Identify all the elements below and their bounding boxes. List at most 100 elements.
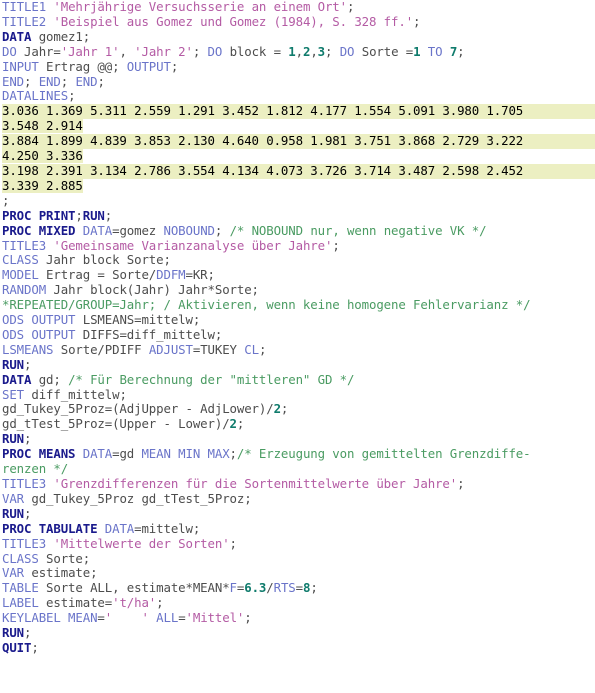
code-line[interactable]: DO Jahr='Jahr 1', 'Jahr 2'; DO block = 1…: [0, 43, 595, 60]
code-line[interactable]: gd_tTest_5Proz=(Upper - Lower)/2;: [0, 416, 595, 432]
code-token-plain: ;: [310, 580, 318, 596]
code-token-data: 3.198 2.391 3.134 2.786 3.554 4.134 4.07…: [2, 162, 524, 178]
code-token-string: 'Mittelwerte der Sorten': [53, 535, 230, 551]
code-line[interactable]: VAR gd_Tukey_5Proz gd_tTest_5Proz;: [0, 491, 595, 507]
code-token-plain: ;: [60, 73, 76, 89]
code-line[interactable]: RUN;: [0, 357, 595, 373]
code-token-plain: /: [266, 580, 274, 596]
code-token-plain: ;: [332, 237, 340, 253]
code-token-string: 'Gemeinsame Varianzanalyse über Jahre': [53, 237, 333, 253]
code-token-proc: PROC PRINT: [2, 207, 76, 223]
code-token-stmt: ALL: [156, 610, 179, 626]
code-line[interactable]: PROC MEANS DATA=gd MEAN MIN MAX;/* Erzeu…: [0, 446, 595, 462]
code-token-proc: DATA: [2, 371, 32, 387]
code-line[interactable]: TITLE1 'Mehrjährige Versuchsserie an ein…: [0, 0, 595, 15]
code-line[interactable]: *REPEATED/GROUP=Jahr; / Aktivieren, wenn…: [0, 297, 595, 313]
code-line[interactable]: 3.884 1.899 4.839 3.853 2.130 4.640 0.95…: [0, 133, 595, 150]
code-line[interactable]: END; END; END;: [0, 73, 595, 90]
code-line[interactable]: SET diff_mittelw;: [0, 386, 595, 403]
code-line[interactable]: CLASS Jahr block Sorte;: [0, 252, 595, 268]
code-line[interactable]: TITLE3 'Grenzdifferenzen für die Sortenm…: [0, 476, 595, 492]
code-token-plain: Sorte =: [354, 43, 414, 59]
code-line[interactable]: 3.339 2.885: [0, 177, 595, 194]
code-token-string: ' ': [104, 610, 149, 626]
code-token-plain: ;: [244, 610, 252, 626]
code-line[interactable]: CLASS Sorte;: [0, 551, 595, 567]
code-token-plain: estimate=: [38, 595, 113, 611]
code-line[interactable]: LABEL estimate='t/ha';: [0, 595, 595, 611]
code-token-stmt: TO: [427, 43, 443, 59]
code-line[interactable]: QUIT;: [0, 639, 595, 656]
code-token-proc: RUN: [82, 207, 105, 223]
code-token-string: 'Jahr 1': [60, 43, 120, 59]
code-line[interactable]: ;: [0, 192, 595, 209]
code-line[interactable]: TITLE2 'Beispiel aus Gomez und Gomez (19…: [0, 14, 595, 30]
code-token-data: 4.250 3.336: [2, 148, 83, 164]
code-token-number: 2: [229, 416, 237, 432]
code-token-plain: =: [178, 610, 186, 626]
code-line[interactable]: MODEL Ertrag = Sorte/DDFM=KR;: [0, 267, 595, 283]
code-line[interactable]: RUN;: [0, 431, 595, 447]
code-token-plain: =: [295, 580, 303, 596]
code-line[interactable]: LSMEANS Sorte/PDIFF ADJUST=TUKEY CL;: [0, 341, 595, 358]
code-line[interactable]: DATALINES;: [0, 88, 595, 104]
code-line[interactable]: VAR estimate;: [0, 565, 595, 581]
code-token-stmt: TITLE3: [2, 476, 47, 491]
code-token-comment: /* Für Berechnung der "mittleren" GD */: [68, 371, 355, 387]
code-line[interactable]: RANDOM Jahr block(Jahr) Jahr*Sorte;: [0, 282, 595, 298]
code-line[interactable]: RUN;: [0, 625, 595, 641]
code-token-plain: ;: [24, 73, 39, 89]
code-line[interactable]: DATA gomez1;: [0, 28, 595, 45]
code-token-plain: Sorte ALL, estimate*MEAN*: [38, 580, 230, 596]
code-token-data: 3.339 2.885: [2, 177, 83, 193]
code-token-plain: ;: [325, 43, 340, 59]
code-token-plain: Ertrag @@;: [38, 58, 127, 74]
code-line[interactable]: 3.036 1.369 5.311 2.559 1.291 3.452 1.81…: [0, 103, 595, 120]
code-line[interactable]: 4.250 3.336: [0, 148, 595, 164]
code-token-proc: QUIT: [2, 639, 32, 655]
code-token-proc: DATA: [2, 28, 32, 44]
code-line[interactable]: ODS OUTPUT DIFFS=diff_mittelw;: [0, 327, 595, 343]
code-token-comment: renzen */: [2, 461, 69, 477]
code-token-plain: diff_mittelw;: [24, 386, 127, 402]
code-token-data: 3.036 1.369 5.311 2.559 1.291 3.452 1.81…: [2, 103, 524, 119]
code-line[interactable]: TITLE3 'Mittelwerte der Sorten';: [0, 535, 595, 552]
code-line[interactable]: RUN;: [0, 505, 595, 522]
code-line[interactable]: ODS OUTPUT LSMEANS=mittelw;: [0, 312, 595, 328]
code-line[interactable]: DATA gd; /* Für Berechnung der "mittlere…: [0, 371, 595, 388]
code-token-stmt: OUTPUT: [126, 58, 171, 74]
code-token-stmt: DO: [2, 43, 17, 59]
code-token-opt: NOBOUND: [163, 222, 216, 238]
code-token-plain: ;: [457, 476, 465, 491]
code-token-stmt: TABLE: [2, 580, 39, 596]
code-token-stmt: END: [38, 73, 61, 89]
code-line[interactable]: renzen */: [0, 461, 595, 477]
code-line[interactable]: TITLE3 'Gemeinsame Varianzanalyse über J…: [0, 237, 595, 254]
code-token-plain: estimate;: [24, 565, 98, 581]
code-token-string: 'Jahr 2': [134, 43, 193, 59]
code-token-comment: *REPEATED/GROUP=Jahr; / Aktivieren, wenn…: [2, 297, 531, 313]
code-token-proc: RUN: [2, 505, 25, 521]
code-line[interactable]: 3.198 2.391 3.134 2.786 3.554 4.134 4.07…: [0, 162, 595, 179]
code-line[interactable]: PROC MIXED DATA=gomez NOBOUND; /* NOBOUN…: [0, 222, 595, 239]
code-line[interactable]: INPUT Ertrag @@; OUTPUT;: [0, 58, 595, 75]
code-token-plain: ;: [280, 401, 289, 417]
code-token-plain: =TUKEY: [192, 341, 245, 357]
code-line[interactable]: gd_Tukey_5Proz=(AdjUpper - AdjLower)/2;: [0, 402, 595, 417]
sas-code-listing[interactable]: TITLE1 'Mehrjährige Versuchsserie an ein…: [0, 0, 595, 656]
code-line[interactable]: PROC TABULATE DATA=mittelw;: [0, 521, 595, 537]
code-line[interactable]: 3.548 2.914: [0, 118, 595, 134]
code-token-proc: PROC MEANS: [2, 446, 76, 462]
code-line[interactable]: TABLE Sorte ALL, estimate*MEAN*F = 6.3/RTS…: [0, 580, 595, 596]
code-token-opt: RTS: [273, 580, 296, 596]
code-token-stmt: DATALINES: [2, 88, 69, 104]
code-line[interactable]: PROC PRINT;RUN;: [0, 207, 595, 224]
code-token-string: 'Mehrjährige Versuchsserie an einem Ort': [53, 0, 347, 14]
code-line[interactable]: KEYLABEL MEAN=' ' ALL='Mittel';: [0, 610, 595, 626]
code-token-data: 3.548 2.914: [2, 118, 83, 134]
code-token-plain: ;: [2, 192, 10, 208]
code-token-plain: Jahr block(Jahr) Jahr*Sorte;: [46, 282, 259, 298]
code-token-opt: DATA: [82, 222, 113, 238]
code-token-plain: gomez1;: [31, 28, 91, 44]
